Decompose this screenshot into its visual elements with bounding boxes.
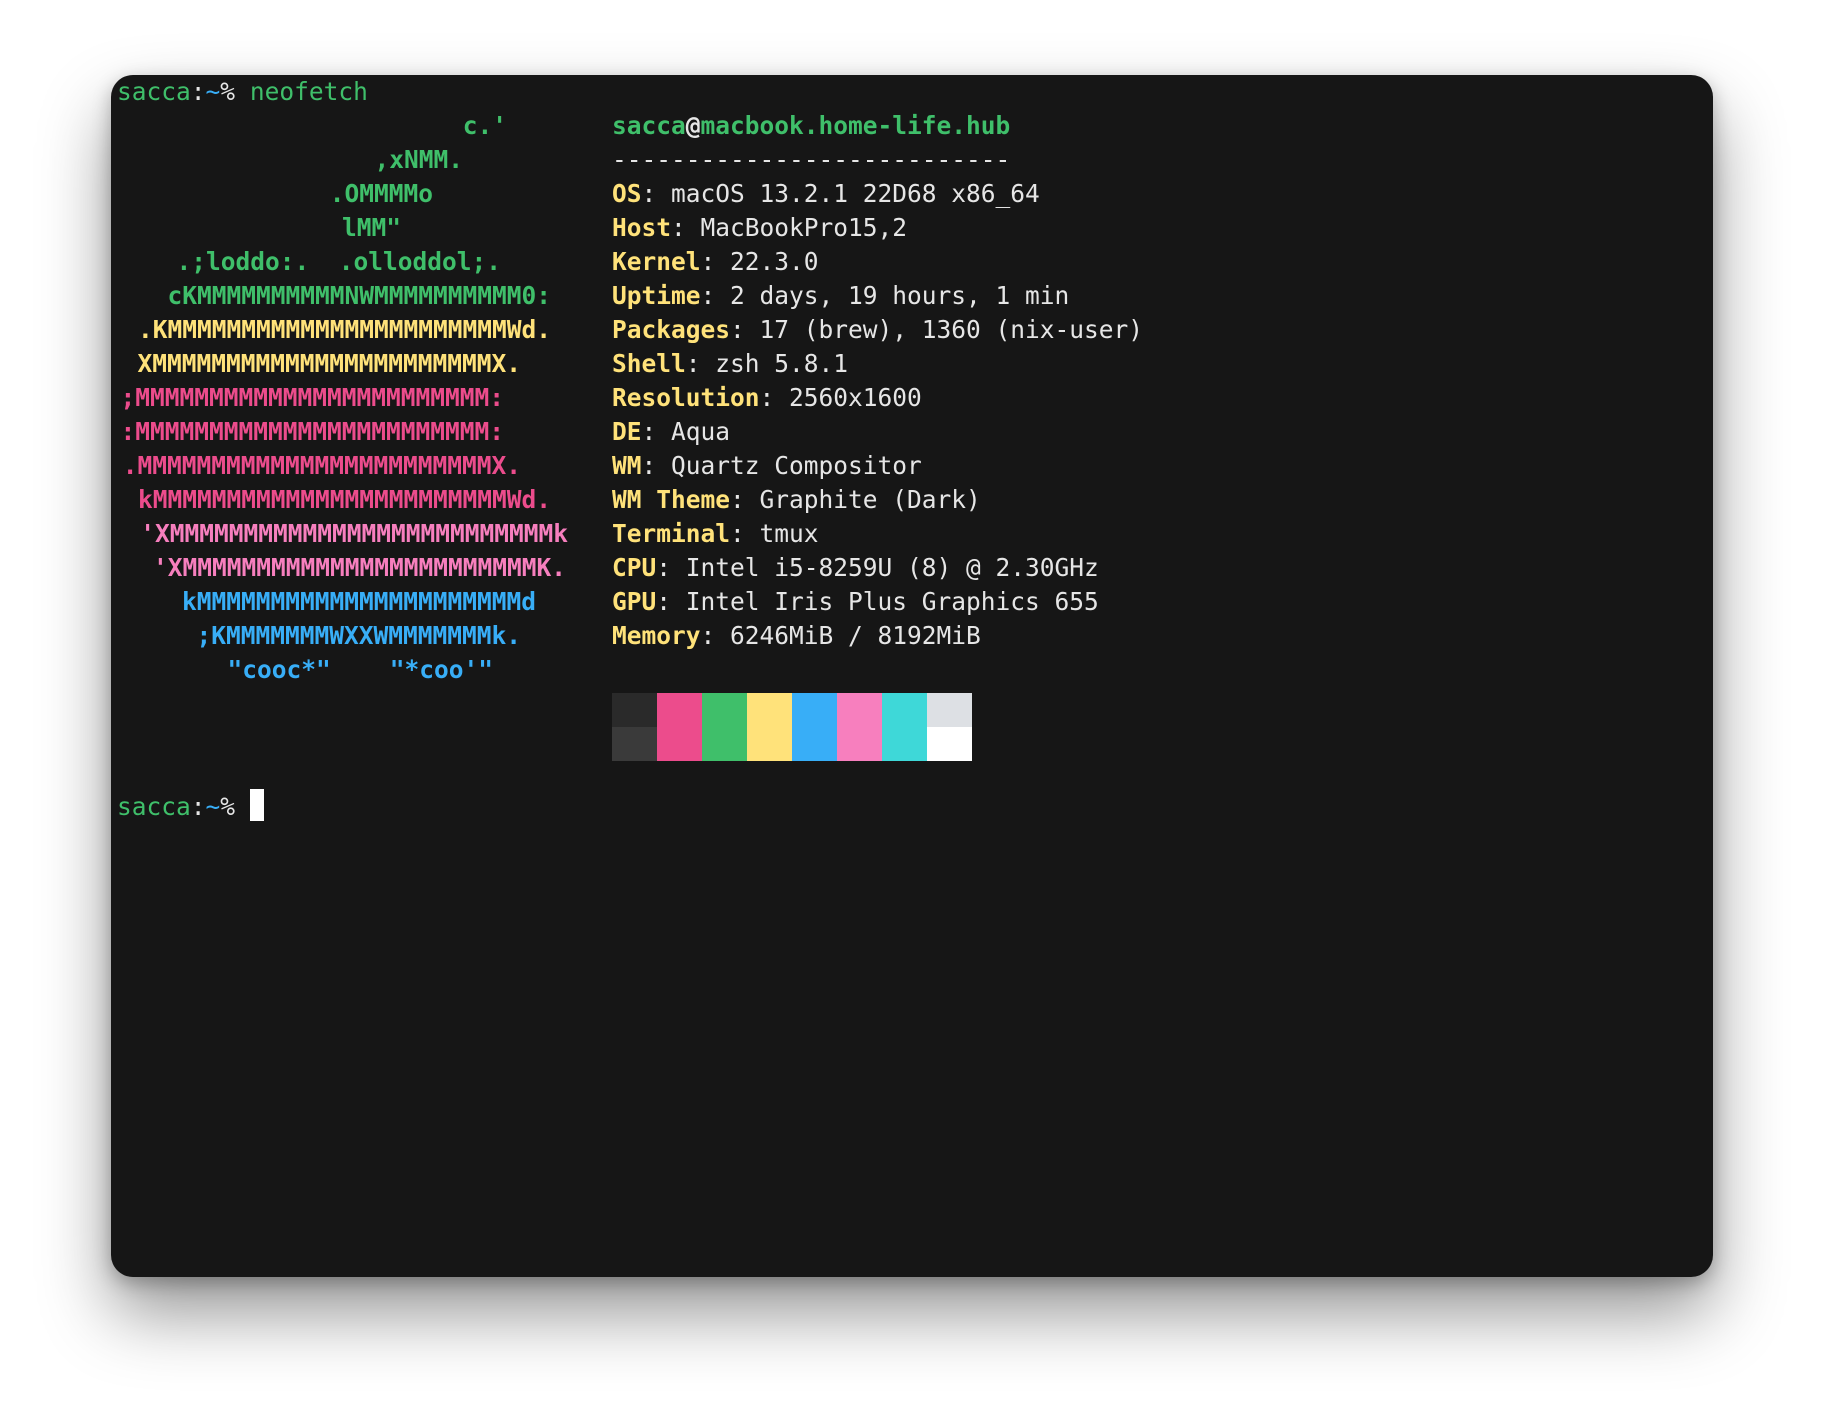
info-key: GPU <box>612 587 657 616</box>
info-value: MacBookPro15,2 <box>700 213 908 242</box>
color-swatch-normal-7 <box>927 693 972 727</box>
info-item: Memory: 6246MiB / 8192MiB <box>612 621 981 650</box>
info-key: WM Theme <box>612 485 731 514</box>
info-value: 17 (brew), 1360 (nix-user) <box>759 315 1144 344</box>
info-user: sacca <box>612 111 686 140</box>
info-value: Aqua <box>671 417 731 446</box>
info-key: Shell <box>612 349 686 378</box>
info-key: CPU <box>612 553 657 582</box>
info-item: WM Theme: Graphite (Dark) <box>612 485 981 514</box>
color-swatch-normal-0 <box>612 693 657 727</box>
info-item: OS: macOS 13.2.1 22D68 x86_64 <box>612 179 1040 208</box>
prompt-symbol: % <box>220 77 236 106</box>
color-swatch-bright-5 <box>837 727 882 761</box>
color-swatch-bright-6 <box>882 727 927 761</box>
info-value: Graphite (Dark) <box>759 485 981 514</box>
info-key: Resolution <box>612 383 760 412</box>
color-swatch-normal-3 <box>747 693 792 727</box>
logo-line: .OMMMMo <box>329 179 433 208</box>
info-key: Host <box>612 213 672 242</box>
info-key: WM <box>612 451 642 480</box>
color-swatch-normal-5 <box>837 693 882 727</box>
info-value: Intel i5-8259U (8) @ 2.30GHz <box>685 553 1099 582</box>
info-value: zsh 5.8.1 <box>715 349 849 378</box>
color-swatch-bright-7 <box>927 727 972 761</box>
prompt-command: neofetch <box>249 77 368 106</box>
logo-line: kMMMMMMMMMMMMMMMMMMMMMMMMWd. <box>137 485 551 514</box>
info-title: sacca@macbook.home-life.hub <box>612 109 1010 143</box>
logo-line: .;loddo:. .olloddol;. <box>176 247 501 276</box>
info-value: 2560x1600 <box>789 383 922 412</box>
color-swatch-normal-6 <box>882 693 927 727</box>
logo-line: ;MMMMMMMMMMMMMMMMMMMMMMMM: <box>120 383 504 412</box>
info-key: Terminal <box>612 519 731 548</box>
color-swatch-bright-1 <box>657 727 702 761</box>
active-prompt-line[interactable]: sacca:~% <box>117 789 264 823</box>
info-separator: --------------------------- <box>612 145 1011 174</box>
color-swatch-bright-3 <box>747 727 792 761</box>
info-key: Uptime <box>612 281 701 310</box>
logo-line: cKMMMMMMMMMMNWMMMMMMMMMM0: <box>167 281 551 310</box>
info-item: WM: Quartz Compositor <box>612 451 922 480</box>
logo-line: "cooc*" "*coo'" <box>227 655 493 684</box>
color-swatch-bright-2 <box>702 727 747 761</box>
logo-line: 'XMMMMMMMMMMMMMMMMMMMMMMMMMMk <box>140 519 568 548</box>
prompt-path: ~ <box>205 77 221 106</box>
info-key: DE <box>612 417 642 446</box>
info-item: Uptime: 2 days, 19 hours, 1 min <box>612 281 1070 310</box>
info-item: CPU: Intel i5-8259U (8) @ 2.30GHz <box>612 553 1099 582</box>
logo-line: kMMMMMMMMMMMMMMMMMMMMMMd <box>181 587 536 616</box>
info-value: Quartz Compositor <box>671 451 922 480</box>
info-value: tmux <box>759 519 819 548</box>
logo-line: XMMMMMMMMMMMMMMMMMMMMMMMX. <box>137 349 521 378</box>
color-swatch-bright-0 <box>612 727 657 761</box>
terminal-window[interactable]: sacca:~% neofetch c.' ,xNMM. .OMMMMo lMM".;… <box>111 75 1713 1277</box>
info-host: macbook.home-life.hub <box>700 111 1011 140</box>
text-cursor <box>249 789 264 821</box>
color-swatch-normal-4 <box>792 693 837 727</box>
logo-line: :MMMMMMMMMMMMMMMMMMMMMMMM: <box>120 417 504 446</box>
info-item: DE: Aqua <box>612 417 731 446</box>
prompt-user: sacca <box>117 77 191 106</box>
prompt-path: ~ <box>205 792 221 821</box>
logo-line: ;KMMMMMMMWXXWMMMMMMMk. <box>196 621 521 650</box>
prompt-line: sacca:~% neofetch <box>117 75 368 109</box>
info-key: OS <box>612 179 642 208</box>
info-item: Packages: 17 (brew), 1360 (nix-user) <box>612 315 1144 344</box>
logo-line: c.' <box>462 111 507 140</box>
prompt-separator: : <box>190 792 206 821</box>
info-item: GPU: Intel Iris Plus Graphics 655 <box>612 587 1099 616</box>
logo-line: .KMMMMMMMMMMMMMMMMMMMMMMMWd. <box>137 315 551 344</box>
info-key: Kernel <box>612 247 701 276</box>
info-value: 22.3.0 <box>730 247 819 276</box>
info-value: 2 days, 19 hours, 1 min <box>730 281 1070 310</box>
info-value: macOS 13.2.1 22D68 x86_64 <box>671 179 1040 208</box>
info-value: 6246MiB / 8192MiB <box>730 621 981 650</box>
color-swatch-normal-2 <box>702 693 747 727</box>
info-item: Shell: zsh 5.8.1 <box>612 349 849 378</box>
info-at: @ <box>685 111 701 140</box>
logo-line: ,xNMM. <box>374 145 463 174</box>
info-item: Terminal: tmux <box>612 519 819 548</box>
logo-line: .MMMMMMMMMMMMMMMMMMMMMMMMX. <box>122 451 521 480</box>
info-key: Packages <box>612 315 731 344</box>
info-value: Intel Iris Plus Graphics 655 <box>685 587 1099 616</box>
info-item: Host: MacBookPro15,2 <box>612 213 908 242</box>
logo-line: 'XMMMMMMMMMMMMMMMMMMMMMMMMK. <box>152 553 566 582</box>
prompt-symbol: % <box>220 792 236 821</box>
color-swatch-normal-1 <box>657 693 702 727</box>
info-item: Kernel: 22.3.0 <box>612 247 819 276</box>
info-item: Resolution: 2560x1600 <box>612 383 922 412</box>
info-key: Memory <box>612 621 701 650</box>
color-swatch-bright-4 <box>792 727 837 761</box>
color-palette <box>612 693 972 761</box>
logo-line: lMM" <box>341 213 401 242</box>
prompt-separator: : <box>190 77 206 106</box>
prompt-user: sacca <box>117 792 191 821</box>
